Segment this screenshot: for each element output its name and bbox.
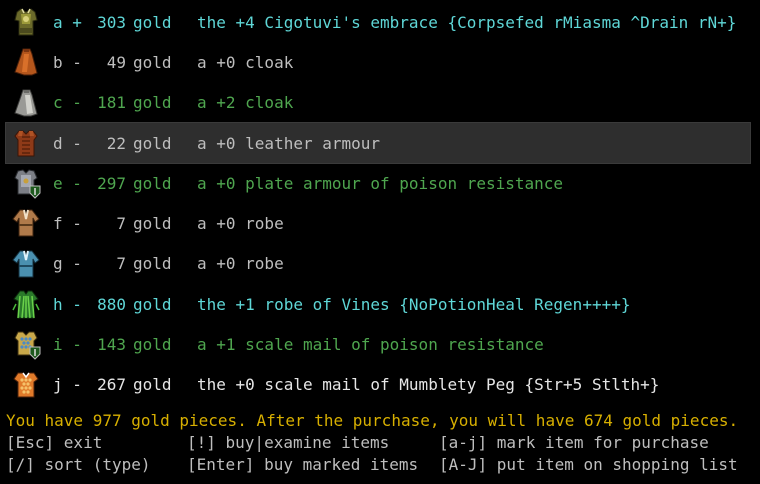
scale-mail-blue-icon [10, 328, 42, 361]
item-letter: h - [53, 294, 82, 314]
item-currency: gold [133, 375, 172, 395]
item-price: 49 [106, 52, 126, 72]
item-description: the +0 scale mail of Mumblety Peg {Str+5… [197, 375, 660, 395]
item-currency: gold [133, 133, 172, 153]
shop-item-list: a + 303 gold the +4 Cigotuvi's embrace {Cor… [0, 2, 760, 405]
item-description: a +1 scale mail of poison resistance [197, 335, 544, 355]
gold-status-line: You have 977 gold pieces. After the purc… [6, 411, 739, 430]
sort-command[interactable]: [/] sort (type) [6, 454, 151, 476]
command-row-2: [/] sort (type) [Enter] buy marked items… [6, 454, 756, 476]
item-currency: gold [133, 173, 172, 193]
shop-item-row[interactable]: i - 143 gold a +1 scale mail of poison resi… [0, 324, 760, 364]
item-description: the +4 Cigotuvi's embrace {Corpsefed rMi… [197, 12, 737, 32]
plate-armour-icon [10, 167, 42, 199]
item-letter: c - [53, 93, 82, 113]
item-price: 303 [97, 12, 126, 32]
shop-item-row[interactable]: g - 7 gold a +0 robe [0, 244, 760, 284]
item-currency: gold [133, 214, 172, 234]
item-letter: d - [53, 133, 82, 153]
shop-item-row[interactable]: h - 880 gold the +1 robe of Vines {NoPotion… [0, 284, 760, 324]
leather-armour-icon [10, 127, 42, 159]
item-price: 22 [106, 133, 126, 153]
buy-marked-command[interactable]: [Enter] buy marked items [187, 454, 418, 476]
item-description: the +1 robe of Vines {NoPotionHeal Regen… [197, 294, 631, 314]
mark-item-command[interactable]: [a-j] mark item for purchase [439, 432, 709, 454]
item-currency: gold [133, 335, 172, 355]
item-description: a +0 leather armour [197, 133, 381, 153]
blue-robe-icon [10, 248, 42, 280]
buy-examine-command[interactable]: [!] buy|examine items [187, 432, 389, 454]
item-currency: gold [133, 93, 172, 113]
item-letter: b - [53, 52, 82, 72]
item-price: 181 [97, 93, 126, 113]
shopping-list-command[interactable]: [A-J] put item on shopping list [439, 454, 738, 476]
shop-item-row[interactable]: b - 49 gold a +0 cloak [0, 42, 760, 82]
item-price: 880 [97, 294, 126, 314]
item-currency: gold [133, 294, 172, 314]
item-price: 7 [116, 214, 126, 234]
item-description: a +0 robe [197, 254, 284, 274]
item-description: a +2 cloak [197, 93, 294, 113]
item-currency: gold [133, 52, 172, 72]
shop-item-row[interactable]: d - 22 gold a +0 leather armour [5, 121, 751, 165]
shop-item-row[interactable]: f - 7 gold a +0 robe [0, 203, 760, 243]
cigotuvi-embrace-icon [10, 6, 42, 38]
item-letter: a + [53, 12, 82, 32]
item-letter: f - [53, 214, 82, 234]
item-letter: i - [53, 335, 82, 355]
item-letter: e - [53, 173, 82, 193]
shop-item-row[interactable]: j - 267 gold the +0 scale mail of Mumblety … [0, 365, 760, 405]
shop-item-row[interactable]: c - 181 gold a +2 cloak [0, 83, 760, 123]
item-letter: g - [53, 254, 82, 274]
item-description: a +0 plate armour of poison resistance [197, 173, 564, 193]
shop-item-row[interactable]: e - 297 gold a +0 plate armour of poison re… [0, 163, 760, 203]
item-letter: j - [53, 375, 82, 395]
scale-mail-orange-icon [10, 369, 42, 401]
item-price: 267 [97, 375, 126, 395]
brown-cloak-icon [10, 46, 42, 78]
item-price: 143 [97, 335, 126, 355]
item-description: a +0 cloak [197, 52, 294, 72]
item-currency: gold [133, 12, 172, 32]
grey-cloak-icon [10, 87, 42, 119]
exit-command[interactable]: [Esc] exit [6, 432, 102, 454]
shop-item-row[interactable]: a + 303 gold the +4 Cigotuvi's embrace {Cor… [0, 2, 760, 42]
command-row-1: [Esc] exit [!] buy|examine items [a-j] m… [6, 432, 756, 454]
shop-footer: You have 977 gold pieces. After the purc… [6, 410, 756, 476]
item-currency: gold [133, 254, 172, 274]
item-price: 297 [97, 173, 126, 193]
item-price: 7 [116, 254, 126, 274]
item-description: a +0 robe [197, 214, 284, 234]
robe-of-vines-icon [10, 288, 42, 320]
brown-robe-icon [10, 207, 42, 239]
